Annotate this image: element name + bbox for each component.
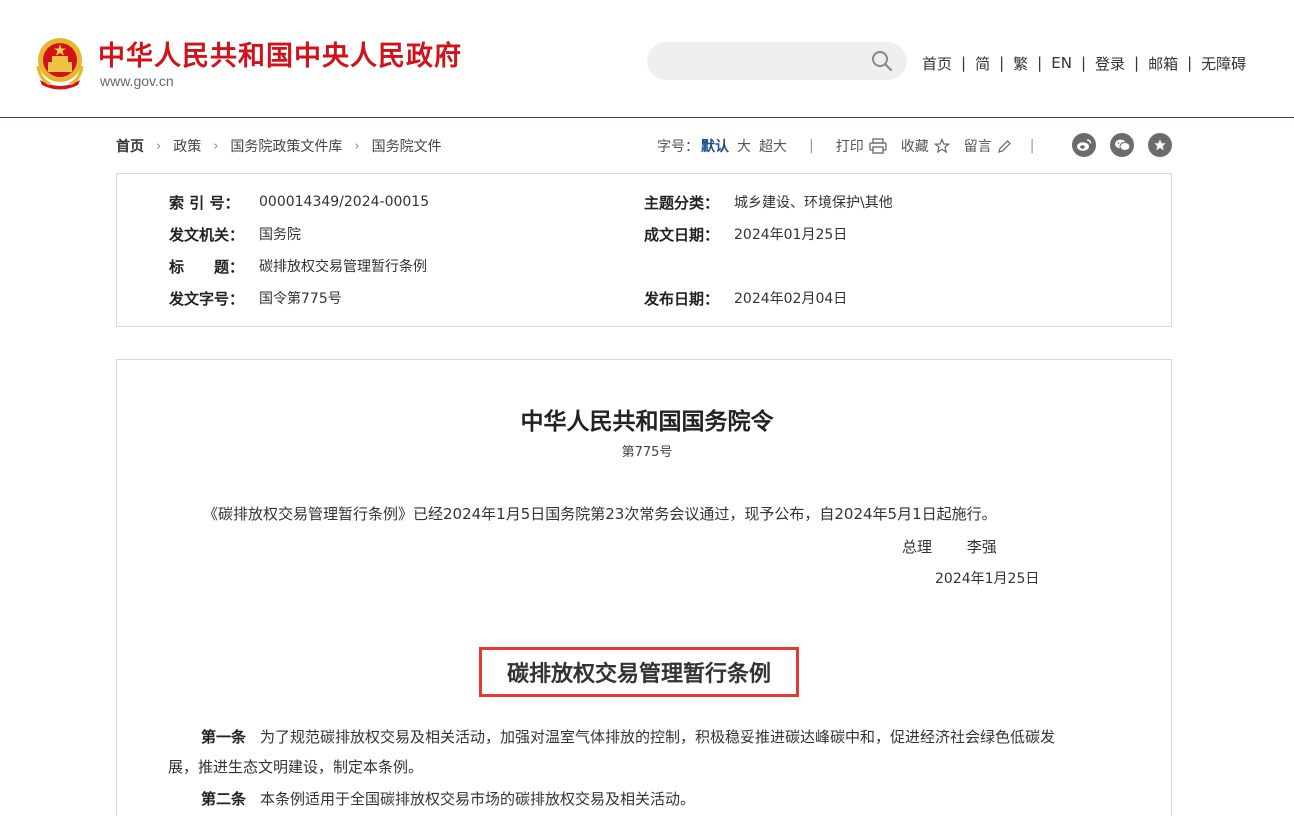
toolbar-divider: | <box>809 138 814 154</box>
share-favorite-button[interactable] <box>1148 133 1172 157</box>
order-number: 第775号 <box>621 445 673 460</box>
toolbar-divider: | <box>1029 138 1035 154</box>
breadcrumb-policy[interactable]: 政策 <box>173 136 201 156</box>
signer-name: 李强 <box>966 538 997 556</box>
meta-docno-value: 国令第775号 <box>259 291 342 307</box>
print-button[interactable]: 打印 <box>836 136 887 156</box>
pencil-icon <box>997 139 1011 153</box>
meta-published-date: 发布日期： 2024年02月04日 <box>644 287 847 309</box>
meta-title-label: 标 题： <box>169 257 245 276</box>
meta-written-label: 成文日期： <box>644 225 720 244</box>
search-input[interactable] <box>663 50 863 72</box>
share-weibo-button[interactable] <box>1072 133 1096 157</box>
chevron-right-icon: › <box>156 138 162 154</box>
nav-separator: | <box>1187 54 1193 72</box>
nav-separator: | <box>1037 54 1043 72</box>
breadcrumb: 首页 › 政策 › 国务院政策文件库 › 国务院文件 <box>116 136 442 156</box>
article-number: 第二条 <box>201 790 247 808</box>
wechat-icon <box>1114 139 1130 151</box>
star-outline-icon <box>933 138 950 154</box>
font-size-label: 字号： <box>657 139 699 155</box>
nav-mailbox[interactable]: 邮箱 <box>1148 53 1178 74</box>
font-size-default[interactable]: 默认 <box>701 136 729 156</box>
national-emblem-icon[interactable] <box>34 36 86 90</box>
meta-docno-label: 发文字号： <box>169 289 245 308</box>
regulation-title-highlight: 碳排放权交易管理暂行条例 <box>479 647 799 697</box>
meta-written-date: 成文日期： 2024年01月25日 <box>644 223 847 245</box>
breadcrumb-home[interactable]: 首页 <box>116 136 144 156</box>
nav-simplified[interactable]: 简 <box>975 53 990 74</box>
collect-button[interactable]: 收藏 <box>901 136 950 156</box>
breadcrumb-policy-library[interactable]: 国务院政策文件库 <box>230 136 342 156</box>
breadcrumb-state-council-docs[interactable]: 国务院文件 <box>372 136 442 156</box>
preamble-text: 《碳排放权交易管理暂行条例》已经2024年1月5日国务院第23次常务会议通过，现… <box>203 505 997 523</box>
nav-english[interactable]: EN <box>1051 54 1072 72</box>
meta-issuer-value: 国务院 <box>259 227 301 243</box>
meta-topic-label: 主题分类： <box>644 193 720 212</box>
article-text-continued: 展，推进生态文明建设，制定本条例。 <box>168 758 424 776</box>
printer-icon <box>869 138 887 154</box>
sign-date: 2024年1月25日 <box>935 571 1040 587</box>
font-size-large[interactable]: 大 <box>737 136 751 156</box>
top-nav: 首页 | 简 | 繁 | EN | 登录 | 邮箱 | 无障碍 <box>922 52 1246 74</box>
meta-topic-value: 城乡建设、环境保护\其他 <box>734 195 893 211</box>
order-title: 中华人民共和国国务院令 <box>520 408 774 435</box>
article-text: 本条例适用于全国碳排放权交易市场的碳排放权交易及相关活动。 <box>260 790 696 808</box>
print-label: 打印 <box>835 139 864 155</box>
meta-doc-number: 发文字号： 国令第775号 <box>169 287 342 309</box>
nav-separator: | <box>961 54 967 72</box>
meta-published-value: 2024年02月04日 <box>734 291 848 307</box>
meta-published-label: 发布日期： <box>644 289 720 308</box>
meta-index-label: 索 引 号： <box>169 193 240 212</box>
nav-separator: | <box>1080 54 1086 72</box>
nav-separator: | <box>999 54 1005 72</box>
meta-issuer: 发文机关： 国务院 <box>169 223 301 245</box>
star-icon <box>1154 139 1166 151</box>
comment-label: 留言 <box>963 139 992 155</box>
chevron-right-icon: › <box>354 138 360 154</box>
comment-button[interactable]: 留言 <box>964 136 1012 156</box>
article-toolbar: 字号： 默认 大 超大 | 打印 收藏 留言 | <box>657 135 1056 157</box>
font-size-xlarge[interactable]: 超大 <box>759 136 787 156</box>
meta-index: 索 引 号： 000014349/2024-00015 <box>169 191 429 213</box>
site-url: www.gov.cn <box>100 73 174 89</box>
meta-title-value: 碳排放权交易管理暂行条例 <box>259 259 427 275</box>
site-title[interactable]: 中华人民共和国中央人民政府 <box>98 34 462 73</box>
share-wechat-button[interactable] <box>1110 133 1134 157</box>
nav-home[interactable]: 首页 <box>922 53 952 74</box>
meta-written-value: 2024年01月25日 <box>734 227 848 243</box>
chevron-right-icon: › <box>213 138 219 154</box>
meta-index-value: 000014349/2024-00015 <box>259 194 430 210</box>
nav-accessibility[interactable]: 无障碍 <box>1201 53 1246 74</box>
article-1: 第一条 为了规范碳排放权交易及相关活动，加强对温室气体排放的控制，积极稳妥推进碳达… <box>168 722 1128 782</box>
article-2: 第二条 本条例适用于全国碳排放权交易市场的碳排放权交易及相关活动。 <box>168 784 1128 814</box>
weibo-icon <box>1077 139 1092 151</box>
meta-title: 标 题： 碳排放权交易管理暂行条例 <box>169 255 427 277</box>
nav-login[interactable]: 登录 <box>1095 53 1125 74</box>
article-text: 为了规范碳排放权交易及相关活动，加强对温室气体排放的控制，积极稳妥推进碳达峰碳中… <box>260 728 1056 746</box>
search-box <box>647 42 907 80</box>
nav-separator: | <box>1134 54 1140 72</box>
collect-label: 收藏 <box>900 139 929 155</box>
article-number: 第一条 <box>201 728 247 746</box>
nav-traditional[interactable]: 繁 <box>1013 53 1028 74</box>
meta-topic: 主题分类： 城乡建设、环境保护\其他 <box>644 191 893 213</box>
meta-issuer-label: 发文机关： <box>169 225 245 244</box>
signer: 总理 李强 <box>902 536 997 557</box>
regulation-title: 碳排放权交易管理暂行条例 <box>506 661 771 687</box>
signer-role: 总理 <box>902 538 933 556</box>
search-icon[interactable] <box>870 49 894 73</box>
